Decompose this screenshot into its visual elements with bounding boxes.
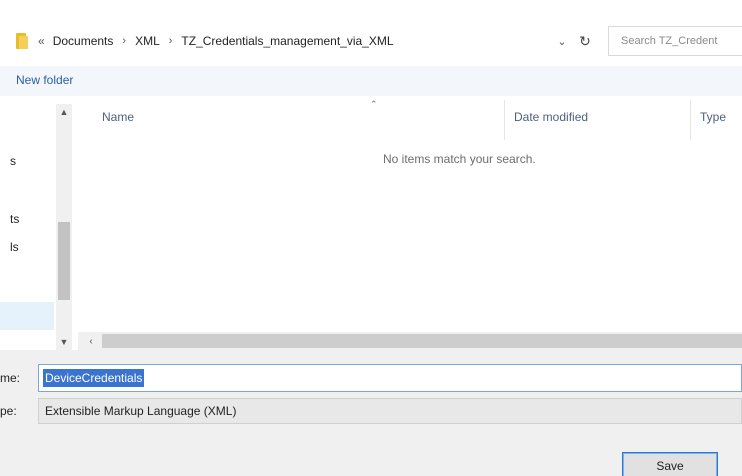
column-header-name[interactable]: Name [102,110,134,124]
scroll-left-icon[interactable]: ‹ [84,334,98,348]
breadcrumb-documents[interactable]: Documents [53,34,114,48]
sort-ascending-icon: ⌃ [370,99,378,109]
save-as-type-value: Extensible Markup Language (XML) [45,404,237,418]
horizontal-scrollbar[interactable]: ‹ [78,332,742,350]
breadcrumb-separator-icon[interactable]: › [169,35,173,47]
address-bar[interactable]: « Documents › XML › TZ_Credentials_manag… [10,26,600,56]
file-list[interactable]: ⌃ Name Date modified Type No items match… [78,98,742,332]
column-header-type[interactable]: Type [700,110,726,124]
nav-scroll-thumb[interactable] [58,222,70,300]
empty-list-message: No items match your search. [383,152,536,166]
column-divider[interactable] [690,100,691,140]
save-button[interactable]: Save [622,452,718,476]
toolbar: New folder [0,66,742,96]
breadcrumb-xml[interactable]: XML [135,34,160,48]
search-box[interactable] [608,26,742,56]
nav-scrollbar[interactable]: ▲ ▼ [56,104,72,350]
new-folder-button[interactable]: New folder [16,73,73,87]
file-name-input[interactable]: DeviceCredentials [38,364,742,392]
nav-item[interactable]: ls [10,240,19,254]
scroll-down-icon[interactable]: ▼ [56,334,72,350]
breadcrumb-current-folder[interactable]: TZ_Credentials_management_via_XML [181,34,393,48]
nav-selection-highlight [0,302,54,330]
nav-item[interactable]: ts [10,212,19,226]
nav-item[interactable]: s [10,154,16,168]
save-as-type-select[interactable]: Extensible Markup Language (XML) [38,398,742,424]
save-as-type-label: pe: [0,404,17,418]
file-name-value[interactable]: DeviceCredentials [43,369,145,387]
folder-icon [16,33,28,49]
column-divider[interactable] [504,100,505,140]
column-header-date-modified[interactable]: Date modified [514,110,588,124]
recent-locations-chevron[interactable]: « [38,34,45,48]
breadcrumb-separator-icon[interactable]: › [122,35,126,47]
search-input[interactable] [609,27,742,55]
chevron-down-icon[interactable]: ⌄ [554,33,570,49]
file-name-label: me: [0,371,21,385]
scroll-up-icon[interactable]: ▲ [56,104,72,120]
horizontal-scroll-thumb[interactable] [102,334,742,348]
refresh-icon[interactable]: ↻ [576,31,594,51]
